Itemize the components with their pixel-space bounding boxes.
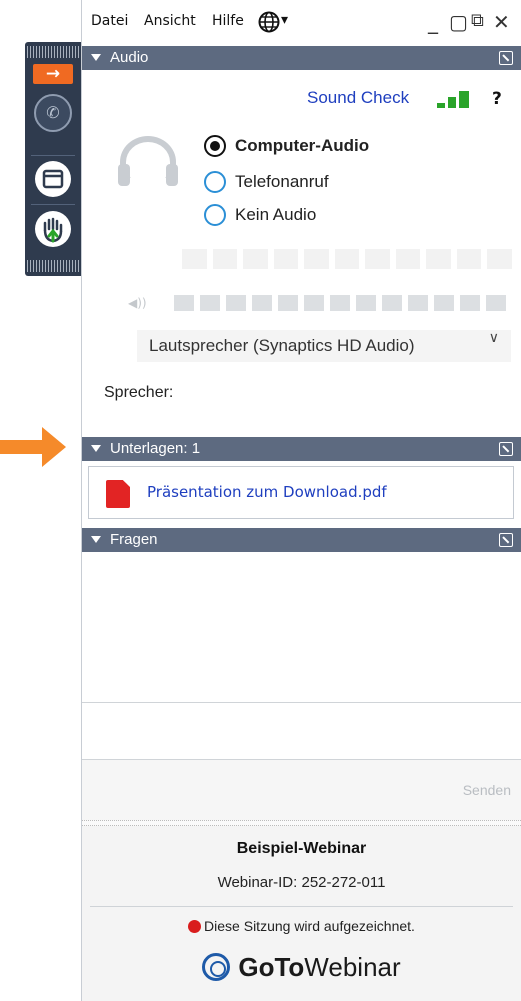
popout-button[interactable]: ⧉ <box>471 10 484 31</box>
webinar-title: Beispiel-Webinar <box>236 840 367 857</box>
questions-log <box>82 553 521 703</box>
menu-bar: Datei Ansicht Hilfe ▾ _ ▢ ⧉ ✕ <box>82 0 521 42</box>
webinar-id: Webinar-ID: 252-272-011 <box>217 874 386 891</box>
signal-bars-icon <box>437 90 479 108</box>
questions-section-header[interactable]: Fragen <box>82 528 521 552</box>
popout-icon[interactable] <box>499 533 513 547</box>
maximize-button[interactable]: ▢ <box>449 10 468 34</box>
document-link[interactable]: Präsentation zum Download.pdf <box>147 483 387 501</box>
radio-button[interactable] <box>204 204 226 226</box>
send-bar: Senden <box>82 760 521 820</box>
screen-share-icon[interactable] <box>34 160 72 198</box>
footer: Beispiel-Webinar Webinar-ID: 252-272-011… <box>82 826 521 1001</box>
headset-icon <box>118 136 178 188</box>
chevron-down-icon: ∨ <box>488 330 499 346</box>
popout-icon[interactable] <box>499 51 513 65</box>
menu-ansicht[interactable]: Ansicht <box>144 13 196 29</box>
documents-section-header[interactable]: Unterlagen: 1 <box>82 437 521 461</box>
audio-header-label: Audio <box>110 49 149 66</box>
radio-button[interactable] <box>204 135 226 157</box>
grab-tab: → ✆ <box>25 42 81 276</box>
speaker-label: Sprecher: <box>104 384 174 401</box>
selected-device: Lautsprecher (Synaptics HD Audio) <box>149 336 415 355</box>
audio-option-label: Kein Audio <box>235 205 317 224</box>
speaker-volume-meter: ◀)) <box>128 294 506 312</box>
control-panel: Datei Ansicht Hilfe ▾ _ ▢ ⧉ ✕ Audio Soun… <box>81 0 521 1001</box>
raise-hand-icon[interactable] <box>34 210 72 248</box>
gotowebinar-logo-icon <box>202 953 231 981</box>
recording-text: Diese Sitzung wird aufgezeichnet. <box>204 918 415 934</box>
radio-button[interactable] <box>204 171 226 193</box>
audio-section: Sound Check ? Computer-Audio Telefonanru… <box>82 66 521 434</box>
grab-tab-grip[interactable] <box>27 46 79 58</box>
question-input[interactable] <box>82 703 521 760</box>
collapse-panel-button[interactable]: → <box>33 64 73 84</box>
collapse-triangle-icon <box>91 536 101 543</box>
speaker-icon: ◀)) <box>128 296 147 310</box>
recording-notice: Diese Sitzung wird aufgezeichnet. <box>82 918 521 934</box>
chevron-down-icon[interactable]: ▾ <box>281 12 288 28</box>
help-button[interactable]: ? <box>492 89 502 109</box>
sound-check-link[interactable]: Sound Check <box>307 88 409 108</box>
documents-header-label: Unterlagen: 1 <box>110 440 201 457</box>
collapse-triangle-icon <box>91 445 101 452</box>
pdf-file-icon <box>106 480 130 508</box>
audio-option-label: Computer-Audio <box>235 136 370 155</box>
audio-option-none[interactable]: Kein Audio <box>204 203 316 227</box>
gotowebinar-logo: GoToWebinar <box>82 952 521 983</box>
document-list-item[interactable]: Präsentation zum Download.pdf <box>88 466 514 519</box>
minimize-button[interactable]: _ <box>428 10 438 34</box>
recording-dot-icon <box>188 920 202 933</box>
divider <box>90 906 513 907</box>
audio-option-label: Telefonanruf <box>235 172 329 191</box>
menu-hilfe[interactable]: Hilfe <box>212 13 244 29</box>
language-globe-icon[interactable] <box>258 11 280 33</box>
menu-datei[interactable]: Datei <box>91 13 128 29</box>
audio-option-phone[interactable]: Telefonanruf <box>204 170 329 194</box>
pointer-arrow-icon <box>0 427 66 467</box>
questions-header-label: Fragen <box>110 531 158 548</box>
close-button[interactable]: ✕ <box>493 10 510 34</box>
send-button[interactable]: Senden <box>463 782 511 798</box>
phone-icon[interactable]: ✆ <box>34 94 72 132</box>
collapse-triangle-icon <box>91 54 101 61</box>
speaker-device-select[interactable]: Lautsprecher (Synaptics HD Audio) ∨ <box>137 330 511 362</box>
mic-level-meter <box>182 249 513 269</box>
popout-icon[interactable] <box>499 442 513 456</box>
audio-option-computer[interactable]: Computer-Audio <box>204 134 369 158</box>
grab-tab-grip[interactable] <box>27 260 79 272</box>
